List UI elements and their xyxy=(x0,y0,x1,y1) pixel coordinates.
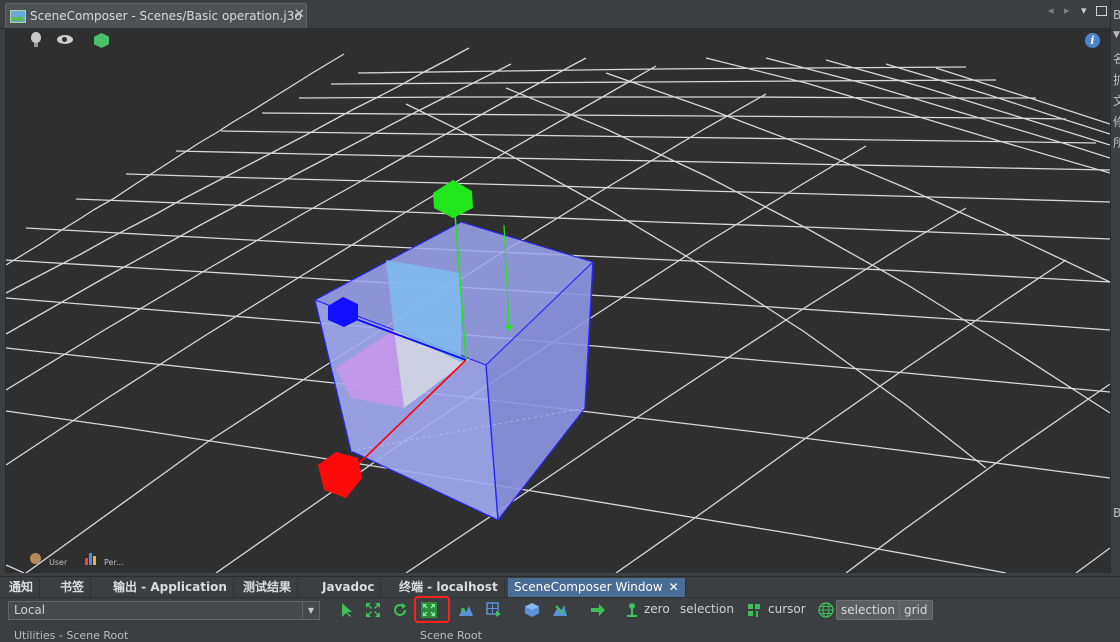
zero-label[interactable]: zero xyxy=(644,602,670,616)
right-panel-label: B xyxy=(1113,506,1120,520)
user-label: User xyxy=(49,558,68,567)
scene-editor-tab[interactable]: SceneComposer - Scenes/Basic operation.j… xyxy=(5,3,307,29)
scene-file-icon xyxy=(10,10,26,23)
rotate-icon[interactable] xyxy=(392,602,408,618)
bone-icon[interactable] xyxy=(552,602,568,618)
tab-notifications[interactable]: 通知 xyxy=(3,578,41,598)
viewport-toolbar: i xyxy=(6,28,1110,54)
selection-label[interactable]: selection xyxy=(680,602,734,616)
tab-terminal-localhost[interactable]: 终端 - localhost xyxy=(393,578,505,598)
terrain-icon[interactable] xyxy=(458,602,474,618)
close-tab-icon[interactable]: ✕ xyxy=(669,580,679,594)
maximize-icon[interactable] xyxy=(1096,6,1107,16)
right-panel-text: 文 xyxy=(1113,92,1120,109)
scene-viewport[interactable]: i User Per... xyxy=(5,28,1110,573)
right-panel-text: 所 xyxy=(1113,134,1120,151)
move-icon[interactable] xyxy=(365,602,381,618)
cursor-label[interactable]: cursor xyxy=(768,602,806,616)
transform-mode-select[interactable]: Local ▼ xyxy=(8,601,320,620)
status-mid-text: Scene Root xyxy=(420,629,482,642)
snap-icon[interactable] xyxy=(486,602,502,618)
select-arrow-icon[interactable] xyxy=(338,602,354,618)
tab-scenecomposer-window[interactable]: SceneComposer Window ✕ xyxy=(508,578,686,598)
tab-scenecomposer-label: SceneComposer Window xyxy=(514,580,663,594)
add-spatial-icon[interactable] xyxy=(524,602,540,618)
y-axis-handle xyxy=(433,180,473,218)
right-side-panel: B ▼ 名 扩 文 修 所 B xyxy=(1110,0,1120,573)
transform-mode-value: Local xyxy=(14,603,46,617)
user-icon[interactable] xyxy=(30,553,41,564)
info-icon[interactable]: i xyxy=(1085,33,1100,48)
tab-test-results[interactable]: 测试结果 xyxy=(237,578,299,598)
scene-composer-toolbar: Local ▼ zero selection cursor selection … xyxy=(0,597,1120,636)
zero-icon[interactable] xyxy=(624,602,640,618)
cursor-icon[interactable] xyxy=(746,602,762,618)
eye-icon[interactable] xyxy=(57,35,73,44)
scroll-left-icon[interactable]: ◂ xyxy=(1048,4,1054,17)
chevron-down-icon[interactable]: ▼ xyxy=(302,602,319,619)
right-panel-dropdown-icon[interactable]: ▼ xyxy=(1113,30,1120,40)
right-panel-text: 名 xyxy=(1113,50,1120,67)
right-panel-text: 修 xyxy=(1113,113,1120,130)
viewport-overlay-icons: User Per... xyxy=(6,545,206,573)
grid-toggle[interactable]: grid xyxy=(899,600,933,620)
light-bulb-icon[interactable] xyxy=(31,32,41,47)
tab-output-application[interactable]: 输出 - Application xyxy=(107,578,234,598)
scene-editor-tab-title: SceneComposer - Scenes/Basic operation.j… xyxy=(30,9,302,23)
selection-toggle[interactable]: selection xyxy=(836,600,900,620)
scroll-right-icon[interactable]: ▸ xyxy=(1064,4,1070,17)
output-tab-bar: 通知 书签 输出 - Application 测试结果 Javadoc 终端 -… xyxy=(0,576,1120,598)
tab-bookmarks[interactable]: 书签 xyxy=(54,578,92,598)
globe-icon[interactable] xyxy=(818,602,834,618)
tab-javadoc[interactable]: Javadoc xyxy=(316,578,382,598)
green-cube-icon[interactable] xyxy=(94,33,109,48)
status-left-text: Utilities - Scene Root xyxy=(14,629,129,642)
close-tab-icon[interactable]: ✕ xyxy=(294,7,305,22)
performance-chart-icon[interactable] xyxy=(85,553,99,565)
scene-render xyxy=(6,47,1110,573)
forward-arrow-icon[interactable] xyxy=(590,602,606,618)
right-panel-label: B xyxy=(1113,8,1120,22)
tab-list-icon[interactable]: ▾ xyxy=(1081,4,1087,17)
right-panel-text: 扩 xyxy=(1113,71,1120,88)
highlight-box xyxy=(414,596,450,623)
editor-tab-strip: SceneComposer - Scenes/Basic operation.j… xyxy=(0,0,1110,29)
performance-label: Per... xyxy=(104,558,124,567)
